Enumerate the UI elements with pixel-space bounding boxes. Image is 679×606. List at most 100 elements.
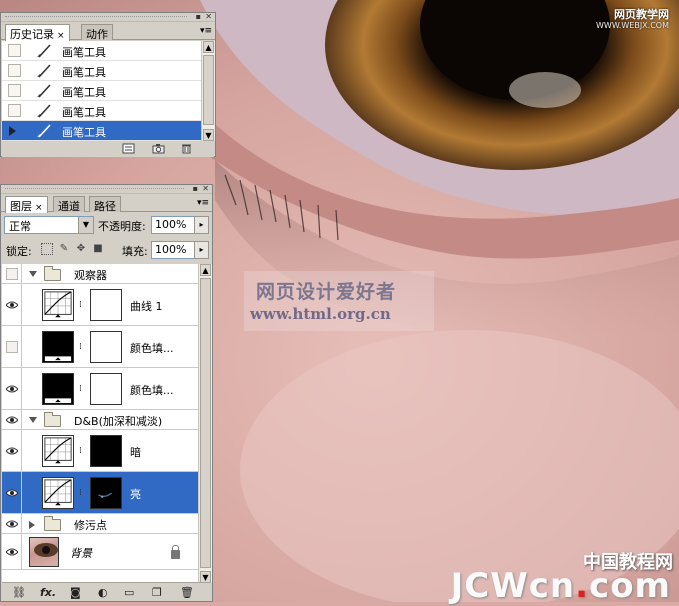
layer-group-row[interactable]: 观察器 [2,264,198,284]
eye-icon[interactable] [6,416,18,424]
scroll-thumb[interactable] [200,278,211,568]
close-icon[interactable]: ✕ [205,12,212,21]
mask-link-icon[interactable]: ⁞ [79,446,85,458]
layer-mask-thumbnail[interactable] [90,435,122,467]
fill-input[interactable]: 100% [151,241,195,259]
mask-link-icon[interactable]: ⁞ [79,300,85,312]
visibility-toggle[interactable] [2,284,22,325]
snapshot-camera-icon[interactable] [152,143,165,154]
layer-row[interactable]: ⁞ 曲线 1 [2,284,198,326]
close-icon[interactable]: ✕ [202,184,209,193]
brush-tool-icon [37,44,51,58]
layers-panel-titlebar[interactable]: ▪ ✕ [1,184,212,194]
lock-all-icon[interactable]: ■ [92,243,104,255]
drag-grip [5,188,184,191]
adjustment-icon[interactable]: ◐ [98,586,108,599]
history-scrollbar[interactable]: ▲ ▼ [201,41,215,141]
scroll-up-icon[interactable]: ▲ [200,264,211,276]
history-state-item[interactable]: 画笔工具 [2,121,201,141]
history-panel-titlebar[interactable]: ▪ ✕ [1,12,215,22]
eye-icon[interactable] [6,301,18,309]
visibility-toggle[interactable] [2,534,22,569]
scroll-thumb[interactable] [203,55,214,125]
visibility-toggle[interactable] [2,368,22,409]
fill-slider-arrow-icon[interactable]: ▸ [194,241,209,259]
panel-menu-icon[interactable]: ▾≡ [200,26,212,36]
visibility-toggle[interactable] [2,514,22,533]
new-document-from-state-icon[interactable] [122,143,135,154]
layer-mask-thumbnail[interactable] [90,477,122,509]
layer-group-row[interactable]: 修污点 [2,514,198,534]
watermark-top-right-url: WWW.WEBJX.COM [596,21,669,30]
background-thumbnail [29,537,59,567]
visibility-toggle[interactable] [2,430,22,471]
layer-group-row[interactable]: D&B(加深和减淡) [2,410,198,430]
eye-icon[interactable] [6,548,18,556]
trash-icon[interactable]: 🗑 [180,586,194,599]
layer-row[interactable]: ⁞ 暗 [2,430,198,472]
eye-icon[interactable] [6,520,18,528]
link-icon[interactable]: ⛓ [12,586,26,599]
minimize-icon[interactable]: ▪ [196,12,201,21]
visibility-empty-box[interactable] [6,268,18,280]
group-collapsed-triangle-icon[interactable] [29,521,35,529]
layer-name: 观察器 [74,269,107,282]
new-layer-icon[interactable]: ❐ [152,586,162,599]
group-expanded-triangle-icon[interactable] [29,417,37,423]
color-fill-icon [43,332,73,362]
lock-position-icon[interactable]: ✥ [75,243,87,255]
visibility-toggle[interactable] [2,326,22,367]
layer-mask-thumbnail[interactable] [90,331,122,363]
trash-icon[interactable] [180,143,193,154]
eye-icon[interactable] [6,385,18,393]
mask-link-icon[interactable]: ⁞ [79,488,85,500]
history-snapshot-checkbox[interactable] [8,84,21,97]
visibility-toggle[interactable] [2,264,22,283]
group-expanded-triangle-icon[interactable] [29,271,37,277]
layer-mask-thumbnail[interactable] [90,373,122,405]
eye-icon[interactable] [6,447,18,455]
layer-row[interactable]: 背景 [2,534,198,570]
tab-history[interactable]: 历史记录 × [5,24,70,41]
tab-actions[interactable]: 动作 [81,24,113,41]
visibility-toggle[interactable] [2,472,22,513]
blend-mode-select[interactable]: 正常 ▼ [4,216,94,234]
lock-transparent-pixels-icon[interactable] [41,243,53,255]
visibility-empty-box[interactable] [6,341,18,353]
tab-layers[interactable]: 图层 × [5,196,48,213]
tab-history-label: 历史记录 [10,28,54,41]
mask-icon[interactable]: ◙ [70,586,81,599]
scroll-up-icon[interactable]: ▲ [203,41,214,53]
history-snapshot-checkbox[interactable] [8,64,21,77]
mask-link-icon[interactable]: ⁞ [79,342,85,354]
watermark-jc-c: com [589,566,671,606]
eye-icon[interactable] [6,489,18,497]
layer-row[interactable]: ⁞ 颜色填... [2,326,198,368]
layers-scrollbar[interactable]: ▲ ▼ [198,264,212,583]
tab-channels[interactable]: 通道 [53,196,85,213]
visibility-toggle[interactable] [2,410,22,429]
lock-label: 锁定: [6,245,32,258]
mask-link-icon[interactable]: ⁞ [79,384,85,396]
history-state-item[interactable]: 画笔工具 [2,61,201,81]
folder-icon[interactable]: ▭ [124,586,134,599]
layer-row[interactable]: ⁞ 亮 [2,472,198,514]
tab-close-icon[interactable]: × [57,31,65,41]
fx-icon[interactable]: fx. [40,586,56,599]
history-state-item[interactable]: 画笔工具 [2,41,201,61]
minimize-icon[interactable]: ▪ [193,184,198,193]
opacity-input[interactable]: 100% [151,216,195,234]
layer-mask-thumbnail[interactable] [90,289,122,321]
history-state-item[interactable]: 画笔工具 [2,101,201,121]
history-snapshot-checkbox[interactable] [8,44,21,57]
scroll-down-icon[interactable]: ▼ [203,129,214,141]
panel-menu-icon[interactable]: ▾≡ [197,198,209,208]
opacity-slider-arrow-icon[interactable]: ▸ [194,216,209,234]
drag-grip [5,16,187,19]
history-snapshot-checkbox[interactable] [8,104,21,117]
layer-row[interactable]: ⁞ 颜色填... [2,368,198,410]
tab-paths[interactable]: 路径 [89,196,121,213]
chevron-down-icon[interactable]: ▼ [78,217,93,233]
history-state-item[interactable]: 画笔工具 [2,81,201,101]
lock-image-pixels-icon[interactable]: ✎ [58,243,70,255]
